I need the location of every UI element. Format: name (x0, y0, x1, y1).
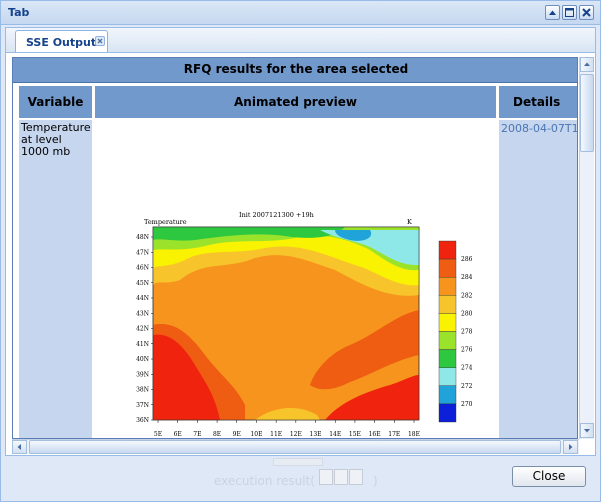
scroll-right-icon[interactable] (563, 440, 578, 454)
column-header-preview: Animated preview (95, 86, 496, 118)
animated-preview-cell: Temperature Init 2007121300 +19h K 48N 4… (95, 120, 496, 438)
legend-value: 278 (461, 329, 473, 336)
latitude-axis: 48N 47N 46N 45N 44N 43N 42N 41N 40N 39N 38N 37N 36N (136, 234, 153, 424)
legend-value: 282 (461, 292, 473, 299)
longitude-tick-label: 12E (290, 431, 302, 438)
execution-result-label: execution result( (214, 474, 315, 488)
longitude-tick-label: 18E (408, 431, 420, 438)
latitude-tick-label: 41N (136, 341, 149, 348)
window-titlebar[interactable]: Tab (1, 1, 600, 25)
latitude-tick-label: 40N (136, 356, 149, 363)
execution-result-tail: ) (373, 474, 378, 488)
variable-cell: Temperature at level 1000 mb (19, 120, 93, 438)
details-cell: 2008-04-07T1 (499, 120, 577, 438)
latitude-tick-label: 45N (136, 280, 149, 287)
legend-swatch (438, 258, 457, 278)
legend-swatch (438, 403, 457, 423)
vertical-scroll-thumb[interactable] (580, 74, 594, 152)
collapse-icon[interactable] (545, 5, 560, 20)
progress-placeholder (273, 458, 323, 466)
scroll-left-icon[interactable] (12, 440, 27, 454)
map-header-left: Temperature (144, 218, 187, 226)
legend-swatch (438, 295, 457, 314)
latitude-tick-label: 43N (136, 310, 149, 317)
map-header-center: Init 2007121300 +19h (239, 211, 314, 219)
legend-value: 284 (461, 274, 473, 281)
latitude-tick-label: 47N (136, 249, 149, 256)
longitude-axis: 5E 6E 7E 8E 9E 10E 11E 12E 13E 14E 15E 16E 17E 18E (154, 420, 420, 438)
longitude-tick-label: 13E (310, 431, 322, 438)
latitude-tick-label: 44N (136, 295, 149, 302)
maximize-icon[interactable] (562, 5, 577, 20)
results-caption: RFQ results for the area selected (13, 58, 577, 83)
longitude-tick-label: 9E (233, 431, 241, 438)
longitude-tick-label: 15E (349, 431, 361, 438)
legend-swatch (438, 367, 457, 386)
window: Tab SSE Output RFQ results for the area … (0, 0, 601, 502)
scroll-down-icon[interactable] (580, 423, 594, 438)
close-icon[interactable] (579, 5, 594, 20)
longitude-tick-label: 5E (154, 431, 162, 438)
longitude-tick-label: 7E (193, 431, 201, 438)
tab-label: SSE Output (26, 36, 97, 49)
legend-value: 274 (461, 365, 473, 372)
close-button[interactable]: Close (512, 466, 586, 487)
map-field (152, 226, 420, 421)
horizontal-scroll-thumb[interactable] (29, 440, 561, 454)
variable-name: Temperature at level 1000 mb (21, 122, 93, 158)
legend-value: 276 (461, 347, 473, 354)
window-tools (545, 5, 594, 20)
latitude-tick-label: 39N (136, 371, 149, 378)
latitude-tick-label: 36N (136, 417, 149, 424)
legend-swatch (438, 240, 457, 260)
legend-value: 286 (461, 256, 473, 263)
longitude-tick-label: 11E (270, 431, 282, 438)
latitude-tick-label: 37N (136, 402, 149, 409)
image-icon[interactable] (349, 469, 363, 485)
column-header-variable: Variable (19, 86, 92, 118)
map-header-right: K (407, 218, 412, 226)
longitude-tick-label: 6E (174, 431, 182, 438)
latitude-tick-label: 46N (136, 265, 149, 272)
legend-value: 270 (461, 401, 473, 408)
tab-close-icon[interactable] (95, 36, 105, 46)
longitude-tick-label: 14E (329, 431, 341, 438)
map-legend: 286 284 282 280 278 276 274 272 270 (438, 240, 473, 423)
results-viewport: RFQ results for the area selected Variab… (12, 57, 578, 439)
variable-line: 1000 mb (21, 145, 71, 158)
execution-result-icons (319, 469, 363, 485)
column-header-details: Details (499, 86, 577, 118)
tab-strip: SSE Output (5, 27, 596, 53)
longitude-tick-label: 8E (213, 431, 221, 438)
vertical-scrollbar[interactable] (579, 57, 594, 439)
latitude-tick-label: 42N (136, 326, 149, 333)
latitude-tick-label: 38N (136, 387, 149, 394)
scroll-up-icon[interactable] (580, 57, 594, 72)
tab-sse-output[interactable]: SSE Output (15, 30, 108, 53)
copy-icon[interactable] (334, 469, 348, 485)
legend-swatch (438, 349, 457, 368)
details-link[interactable]: 2008-04-07T1 (501, 122, 577, 135)
document-icon[interactable] (319, 469, 333, 485)
window-title: Tab (8, 6, 30, 19)
legend-swatch (438, 331, 457, 350)
longitude-tick-label: 16E (369, 431, 381, 438)
longitude-tick-label: 10E (250, 431, 262, 438)
horizontal-scrollbar[interactable] (12, 439, 579, 454)
output-panel: RFQ results for the area selected Variab… (5, 52, 596, 456)
longitude-tick-label: 17E (388, 431, 400, 438)
legend-value: 272 (461, 383, 473, 390)
legend-value: 280 (461, 310, 473, 317)
legend-swatch (438, 385, 457, 405)
temperature-map: Temperature Init 2007121300 +19h K 48N47… (136, 211, 473, 438)
latitude-tick-label: 48N (136, 234, 149, 241)
legend-swatch (438, 276, 457, 296)
legend-swatch (438, 313, 457, 332)
